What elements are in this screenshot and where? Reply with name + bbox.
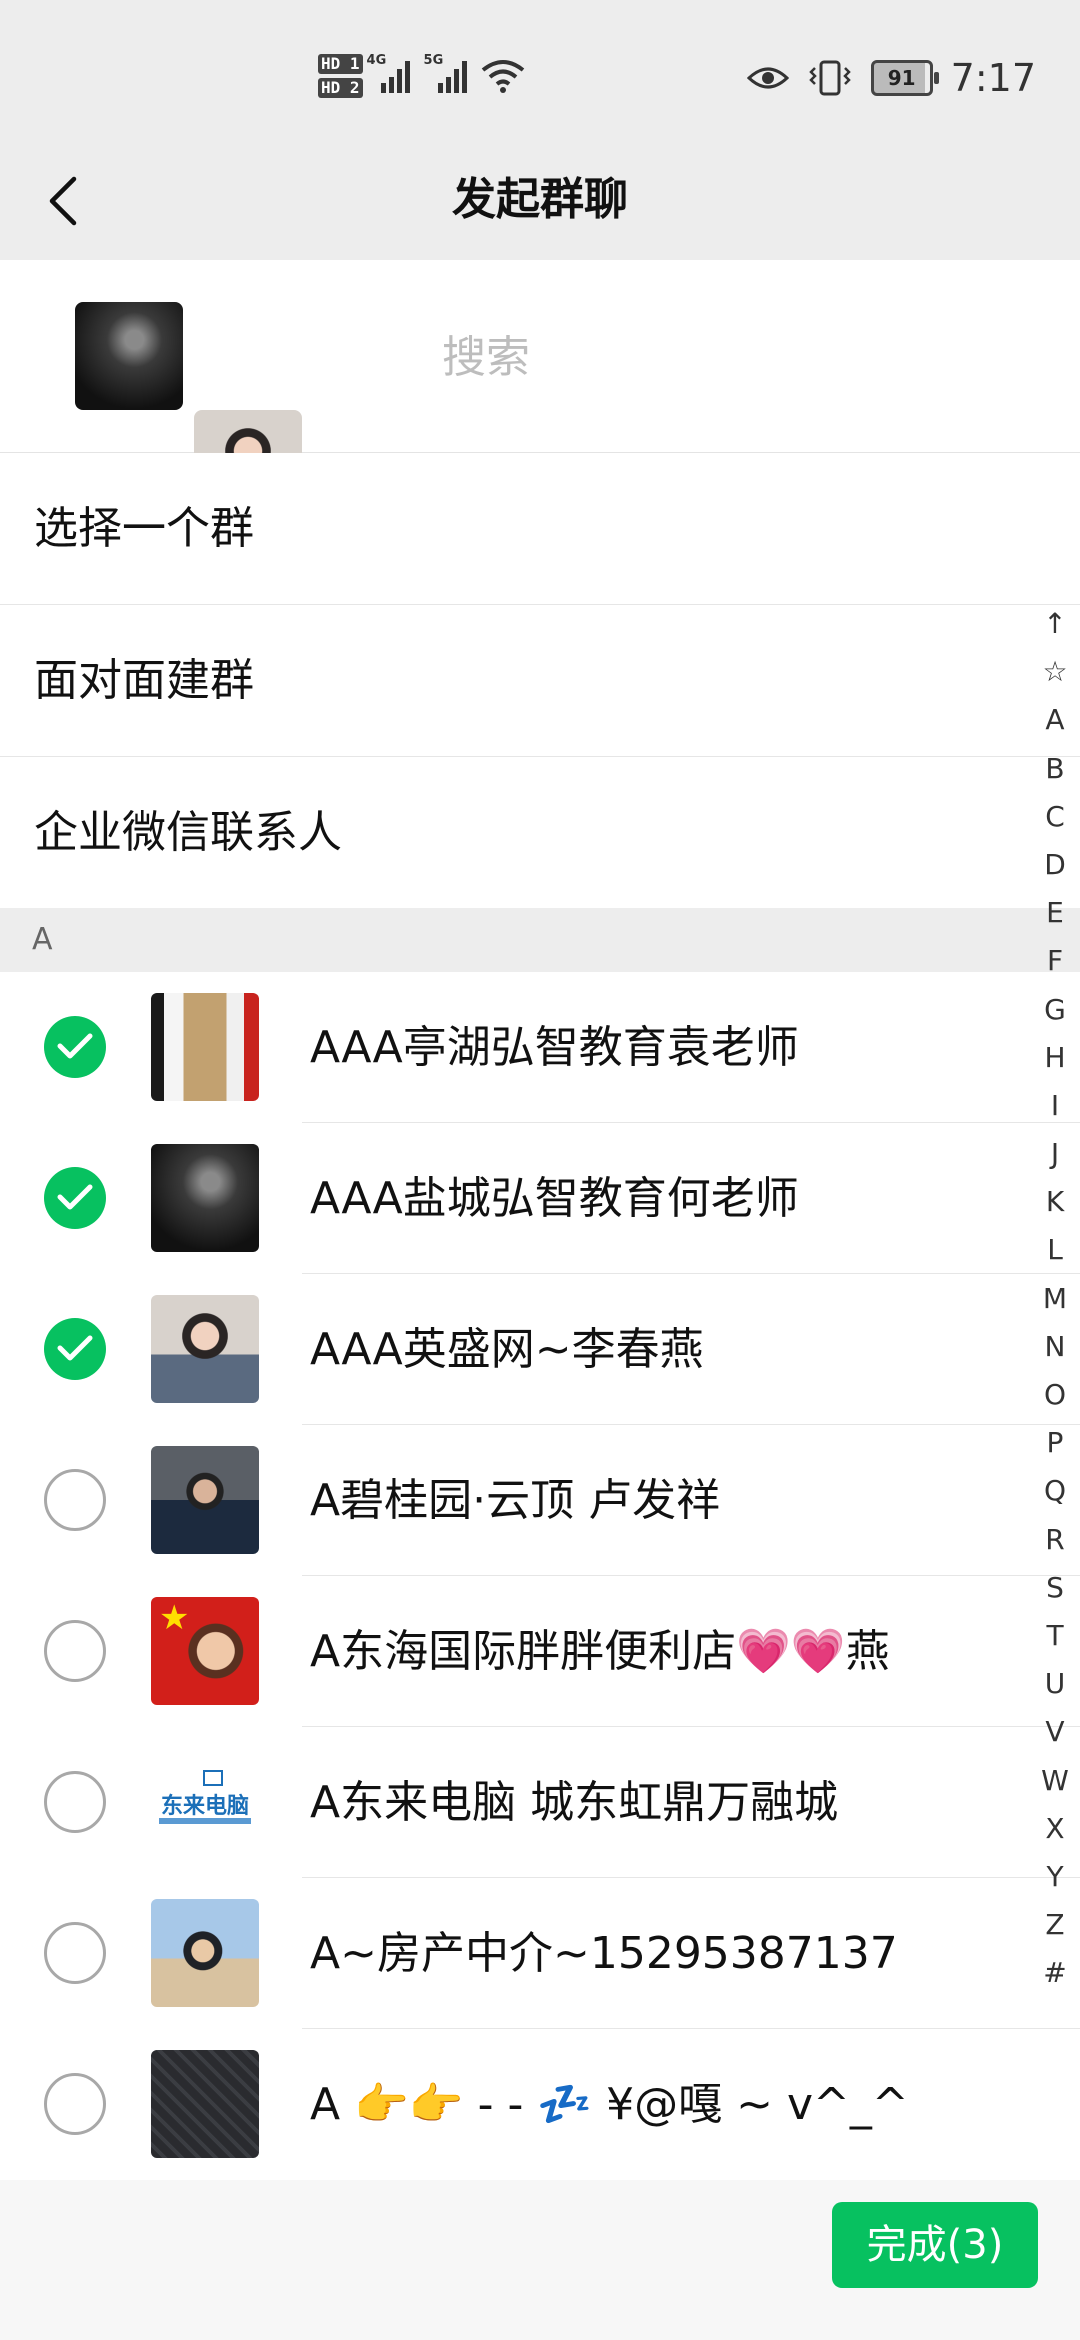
back-button[interactable] (28, 166, 98, 236)
selected-avatar[interactable] (75, 302, 183, 410)
contact-row[interactable]: A碧桂园·云顶 卢发祥 (0, 1425, 1080, 1576)
contact-name: AAA盐城弘智教育何老师 (310, 1173, 799, 1224)
index-letter[interactable]: Z (1030, 1901, 1080, 1949)
index-letter[interactable]: T (1030, 1612, 1080, 1660)
index-letter[interactable]: S (1030, 1564, 1080, 1612)
contact-row[interactable]: AAA亭湖弘智教育袁老师 (0, 972, 1080, 1123)
index-letter[interactable]: E (1030, 889, 1080, 937)
index-letter[interactable]: O (1030, 1371, 1080, 1419)
search-input[interactable] (440, 318, 1004, 396)
checkbox-checked[interactable] (44, 1016, 106, 1078)
contact-name: AAA英盛网~李春燕 (310, 1324, 704, 1375)
index-letter[interactable]: G (1030, 986, 1080, 1034)
index-letter[interactable]: M (1030, 1275, 1080, 1323)
chevron-left-icon (49, 176, 77, 226)
vibrate-icon (808, 60, 851, 96)
checkbox-checked[interactable] (44, 1167, 106, 1229)
checkbox-unchecked[interactable] (44, 1620, 106, 1682)
status-right: 91 7:17 (746, 50, 1036, 106)
checkbox-unchecked[interactable] (44, 2073, 106, 2135)
index-letter[interactable]: D (1030, 841, 1080, 889)
index-letter[interactable]: N (1030, 1323, 1080, 1371)
eye-icon (746, 67, 789, 89)
index-letter[interactable]: H (1030, 1034, 1080, 1082)
index-letter[interactable]: P (1030, 1419, 1080, 1467)
checkbox-unchecked[interactable] (44, 1469, 106, 1531)
avatar-logo: 东来电脑 (151, 1748, 259, 1856)
index-letter[interactable]: X (1030, 1805, 1080, 1853)
contact-row[interactable]: AAA英盛网~李春燕 (0, 1274, 1080, 1425)
avatar (151, 2050, 259, 2158)
hd2-badge: HD 2 (318, 78, 363, 98)
index-letter[interactable]: I (1030, 1082, 1080, 1130)
contact-row[interactable]: A~房产中介~15295387137 (0, 1878, 1080, 2029)
avatar (151, 993, 259, 1101)
menu-select-group[interactable]: 选择一个群 (0, 453, 1080, 605)
index-letter[interactable]: Q (1030, 1467, 1080, 1515)
battery-icon: 91 (870, 60, 939, 96)
logo-stripe (159, 1818, 251, 1824)
menu-wecom-contacts[interactable]: 企业微信联系人 (0, 757, 1080, 908)
index-letter[interactable]: C (1030, 793, 1080, 841)
checkmark-icon (57, 1033, 93, 1059)
index-letter[interactable]: R (1030, 1516, 1080, 1564)
avatar: ★ (151, 1597, 259, 1705)
index-letter[interactable]: # (1030, 1949, 1080, 1997)
page-title: 发起群聊 (452, 174, 628, 225)
signal-4g-icon: 4G (367, 53, 410, 93)
hd1-badge: HD 1 (318, 54, 363, 74)
menu-item-label: 面对面建群 (34, 655, 254, 706)
avatar (151, 1899, 259, 2007)
contact-name: A东来电脑 城东虹鼎万融城 (310, 1777, 839, 1828)
title-bar: 发起群聊 (0, 140, 1080, 260)
alphabet-index[interactable]: ↑ ☆ A B C D E F G H I J K L M N O P Q R S T U V W X Y Z # (1030, 600, 1080, 1997)
bottom-bar: 完成(3) (0, 2180, 1080, 2340)
menu-item-label: 企业微信联系人 (34, 807, 342, 858)
checkbox-unchecked[interactable] (44, 1771, 106, 1833)
index-letter[interactable]: U (1030, 1660, 1080, 1708)
hd-indicators: HD 1 HD 2 (318, 54, 363, 98)
contact-row[interactable]: A 👉👉 - - 💤 ¥@嘎 ~ v^_^ (0, 2029, 1080, 2180)
avatar (151, 1144, 259, 1252)
checkmark-icon (57, 1184, 93, 1210)
contact-row[interactable]: 东来电脑 A东来电脑 城东虹鼎万融城 (0, 1727, 1080, 1878)
contact-name: AAA亭湖弘智教育袁老师 (310, 1022, 799, 1073)
status-left: HD 1 HD 2 4G 5G (318, 48, 525, 104)
index-letter[interactable]: J (1030, 1130, 1080, 1178)
index-letter[interactable]: K (1030, 1178, 1080, 1226)
index-letter[interactable]: W (1030, 1757, 1080, 1805)
status-bar: HD 1 HD 2 4G 5G 91 7:17 (0, 0, 1080, 140)
signal-5g-icon: 5G (424, 53, 467, 93)
checkmark-icon (57, 1335, 93, 1361)
index-letter[interactable]: ↑ (1030, 600, 1080, 648)
contact-row[interactable]: AAA盐城弘智教育何老师 (0, 1123, 1080, 1274)
contact-name: A碧桂园·云顶 卢发祥 (310, 1475, 721, 1526)
index-letter[interactable]: V (1030, 1708, 1080, 1756)
contact-name: A东海国际胖胖便利店💗💗燕 (310, 1626, 890, 1677)
checkbox-unchecked[interactable] (44, 1922, 106, 1984)
index-letter[interactable]: A (1030, 696, 1080, 744)
section-letter: A (32, 922, 53, 957)
index-letter[interactable]: B (1030, 745, 1080, 793)
selected-members-bar (0, 260, 1080, 626)
section-header: A (0, 908, 1080, 972)
clock: 7:17 (950, 56, 1036, 100)
index-letter[interactable]: F (1030, 937, 1080, 985)
avatar (151, 1446, 259, 1554)
monitor-icon (203, 1770, 223, 1786)
index-letter[interactable]: L (1030, 1226, 1080, 1274)
star-icon: ★ (159, 1598, 190, 1638)
index-letter[interactable]: ☆ (1030, 648, 1080, 696)
index-letter[interactable]: Y (1030, 1853, 1080, 1901)
checkbox-checked[interactable] (44, 1318, 106, 1380)
done-button[interactable]: 完成(3) (832, 2202, 1038, 2288)
menu-face-to-face-group[interactable]: 面对面建群 (0, 605, 1080, 757)
contact-name: A 👉👉 - - 💤 ¥@嘎 ~ v^_^ (310, 2079, 909, 2130)
contact-row[interactable]: ★ A东海国际胖胖便利店💗💗燕 (0, 1576, 1080, 1727)
contact-name: A~房产中介~15295387137 (310, 1928, 898, 1979)
logo-text: 东来电脑 (160, 1794, 249, 1819)
avatar (151, 1295, 259, 1403)
menu-item-label: 选择一个群 (34, 503, 254, 554)
wifi-icon (481, 60, 524, 93)
